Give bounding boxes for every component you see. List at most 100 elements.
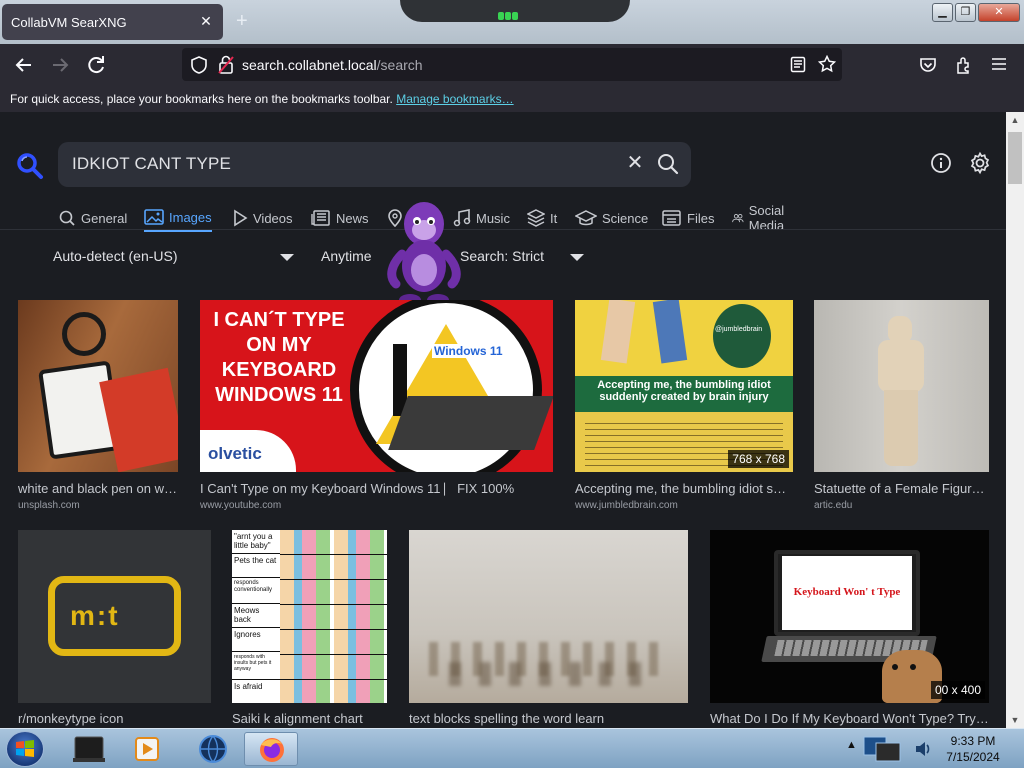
chevron-down-icon[interactable] [280,254,294,261]
windows-logo-icon [16,740,34,757]
firefox-icon [260,738,284,762]
pocket-icon[interactable] [919,56,937,74]
desktop: CollabVM SearXNG ✕ + ▁ ❐ ✕ search.collab… [0,0,1024,768]
reader-view-icon[interactable] [790,56,806,73]
clear-search-icon[interactable]: ✕ [624,152,646,174]
time-range-select[interactable]: Anytime [321,248,372,264]
tab-it[interactable]: It [527,204,557,232]
tab-videos[interactable]: Videos [232,204,293,232]
result-thumbnail[interactable] [409,530,688,703]
vm-status-led-icon [498,7,526,20]
result-thumbnail[interactable]: Keyboard Won' t Type 00 x 400 [710,530,989,703]
thumb-handle: @jumbledbrain [715,326,763,333]
language-select[interactable]: Auto-detect (en-US) [53,248,178,264]
tab-label: Music [476,210,510,226]
result-thumbnail[interactable]: @jumbledbrain Accepting me, the bumbling… [575,300,793,472]
chart-row-label: "arnt you a little baby" [232,530,280,554]
gear-icon[interactable] [968,151,992,175]
taskbar-clock[interactable]: 9:33 PM 7/15/2024 [940,733,1006,765]
bookmark-star-icon[interactable] [818,55,836,73]
safesearch-select[interactable]: Search: Strict [460,248,544,264]
url-text[interactable]: search.collabnet.local/search [242,57,423,73]
scroll-up-arrow-icon[interactable]: ▲ [1006,112,1024,128]
bonzi-mascot-icon[interactable] [386,194,462,308]
reload-icon [88,56,104,74]
tab-label: Files [687,210,715,226]
files-icon [662,210,681,226]
result-title[interactable]: What Do I Do If My Keyboard Won't Type? … [710,711,989,726]
thumb-brand: olvetic [208,444,262,463]
image-result[interactable]: white and black pen on w… unsplash.com [18,300,178,515]
chart-row-label: responds conventionally [232,578,280,604]
clock-date: 7/15/2024 [946,750,1000,764]
search-box[interactable]: IDKIOT CANT TYPE ✕ [58,142,691,187]
tab-science[interactable]: Science [575,204,648,232]
scroll-down-arrow-icon[interactable]: ▼ [1006,712,1024,728]
image-result[interactable]: I CAN´T TYPE ON MY KEYBOARD WINDOWS 11 o… [200,300,553,515]
tray-expand-icon[interactable]: ▲ [846,739,857,757]
result-title[interactable]: white and black pen on w… [18,481,178,496]
image-result[interactable]: @jumbledbrain Accepting me, the bumbling… [575,300,793,515]
search-submit-icon[interactable] [656,152,680,176]
reload-button[interactable] [84,53,108,77]
result-thumbnail[interactable] [18,300,178,472]
taskbar-app-network[interactable] [186,732,240,766]
searxng-logo-icon[interactable] [16,152,44,180]
taskbar-app-firefox[interactable] [244,732,298,766]
result-title[interactable]: I Can't Type on my Keyboard Windows 11 ⎸… [200,481,553,497]
url-bar[interactable]: search.collabnet.local/search [182,48,842,81]
start-button[interactable] [6,731,44,767]
tab-label: Images [169,209,212,225]
image-result[interactable]: "arnt you a little baby" Pets the cat re… [232,530,387,728]
image-result[interactable]: Statuette of a Female Figur… artic.edu [814,300,989,515]
tray-network-icon[interactable] [862,733,910,765]
manage-bookmarks-link[interactable]: Manage bookmarks… [396,92,513,106]
browser-tab[interactable]: CollabVM SearXNG ✕ [2,4,223,40]
maximize-button[interactable]: ❐ [955,3,976,22]
thumb-text: WINDOWS 11 [215,384,343,406]
image-result[interactable]: m:t r/monkeytype icon [18,530,211,728]
scrollbar-thumb[interactable] [1008,132,1022,184]
info-icon[interactable] [930,152,952,174]
navigation-toolbar: search.collabnet.local/search [0,44,1024,86]
result-title[interactable]: r/monkeytype icon [18,711,211,726]
result-thumbnail[interactable]: I CAN´T TYPE ON MY KEYBOARD WINDOWS 11 o… [200,300,553,472]
tab-close-icon[interactable]: ✕ [197,12,215,30]
extensions-icon[interactable] [955,55,974,74]
tab-label: General [81,210,128,226]
back-arrow-icon [15,58,31,72]
shield-icon[interactable] [190,56,208,74]
tab-files[interactable]: Files [662,204,714,232]
hamburger-menu-icon[interactable] [991,56,1007,72]
result-source: www.jumbledbrain.com [575,500,678,511]
image-result[interactable]: text blocks spelling the word learn [409,530,688,728]
image-result[interactable]: Keyboard Won' t Type 00 x 400 What Do I … [710,530,989,728]
result-title[interactable]: text blocks spelling the word learn [409,711,688,726]
minimize-button[interactable]: ▁ [932,3,953,22]
result-title[interactable]: Accepting me, the bumbling idiot su… [575,481,793,496]
tab-social-media[interactable]: Social Media [732,203,792,233]
back-button[interactable] [12,53,36,77]
close-window-button[interactable]: ✕ [978,3,1020,22]
globe-icon [199,735,227,763]
new-tab-button[interactable]: + [236,10,248,33]
result-thumbnail[interactable]: "arnt you a little baby" Pets the cat re… [232,530,387,703]
forward-button[interactable] [48,53,72,77]
result-thumbnail[interactable] [814,300,989,472]
insecure-lock-icon[interactable] [218,55,234,74]
chevron-down-icon[interactable] [570,254,584,261]
taskbar-app-terminal[interactable] [62,732,116,766]
layers-icon [527,209,545,227]
taskbar-app-media-player[interactable] [120,732,174,766]
taskbar: ▲ 9:33 PM 7/15/2024 [0,728,1024,768]
tab-general[interactable]: General [58,204,127,232]
volume-icon[interactable] [914,739,932,759]
graduation-cap-icon [575,210,597,226]
tab-news[interactable]: News [311,204,369,232]
tab-images[interactable]: Images [144,204,212,232]
result-title[interactable]: Saiki k alignment chart [232,711,387,726]
result-thumbnail[interactable]: m:t [18,530,211,703]
result-title[interactable]: Statuette of a Female Figur… [814,481,989,496]
page-scrollbar[interactable]: ▲ ▼ [1006,112,1024,728]
search-input[interactable]: IDKIOT CANT TYPE [72,154,231,174]
